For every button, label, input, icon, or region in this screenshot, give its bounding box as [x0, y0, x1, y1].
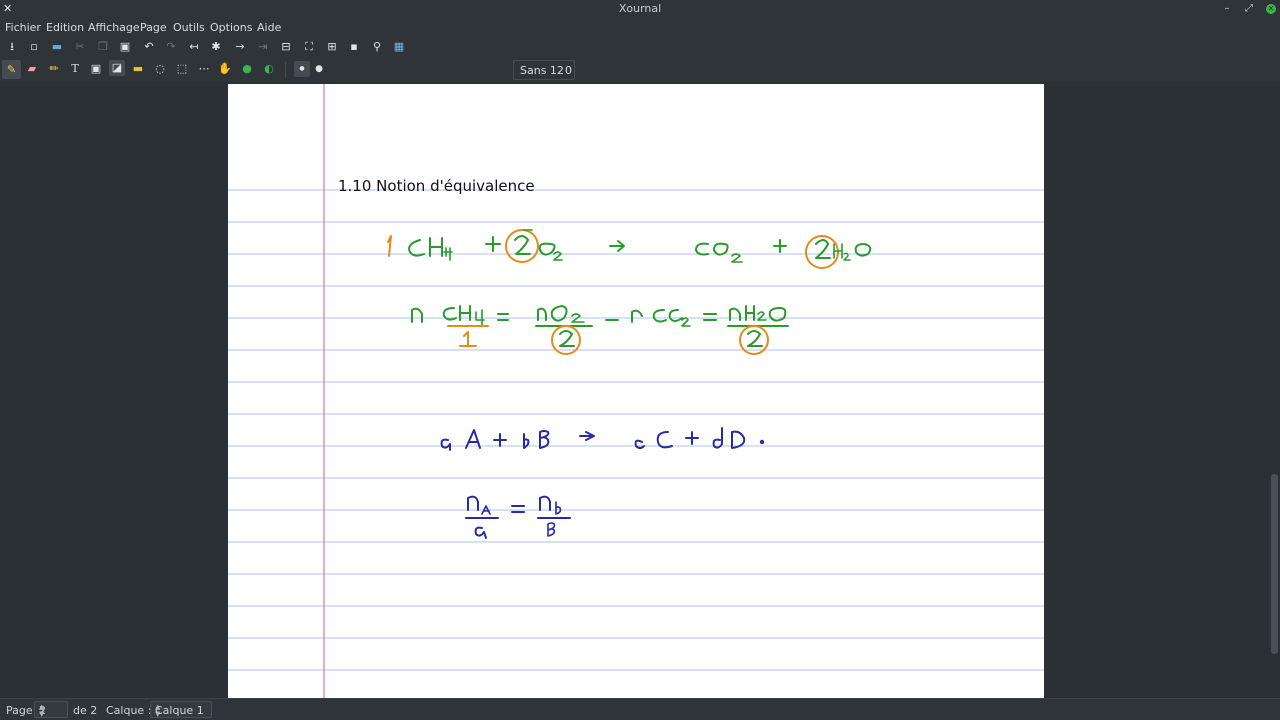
next-page-icon[interactable]: → — [232, 39, 248, 55]
toolbar-separator — [285, 62, 286, 78]
equation-ratios — [411, 305, 789, 355]
last-page-icon[interactable]: ⇥ — [255, 39, 271, 55]
menu-bar: Fichier Edition Affichage Page Outils Op… — [0, 18, 1280, 36]
copy-icon[interactable]: ❐ — [95, 39, 111, 55]
menu-outils[interactable]: Outils — [173, 21, 205, 34]
equation-general — [440, 427, 765, 451]
main-toolbar: ⭳ ▫ ▬ ✂ ❐ ▣ ↶ ↷ ↤ ✱ → ⇥ ⊟ ⛶ ⊞ ▪ ⚲ ▦ — [0, 36, 1280, 58]
paste-icon[interactable]: ▣ — [117, 39, 133, 55]
tools-toolbar: ✎ ▰ ✏ T ▣ ◪ ▬ ◌ ⬚ ⋯ ✋ ● ◐ ● ● Sans 12 0 — [0, 58, 1280, 135]
window-title: Xournal — [618, 2, 662, 15]
zoom-search-icon[interactable]: ⚲ — [369, 39, 385, 55]
shape-recognizer-icon[interactable]: ◪ — [109, 60, 125, 76]
font-value: 0 — [565, 64, 572, 77]
minimize-button[interactable]: – — [1220, 2, 1234, 16]
layer-select[interactable]: Calque 1 ▲ ▼ — [150, 701, 212, 718]
new-page-icon[interactable]: ▫ — [26, 39, 42, 55]
medium-width-icon[interactable]: ● — [311, 61, 327, 77]
title-bar: ✕ Xournal – ⤢ ✕ — [0, 0, 1280, 18]
vertical-space-icon[interactable]: ⋯ — [196, 61, 212, 77]
undo-icon[interactable]: ↶ — [141, 39, 157, 55]
notebook-page[interactable]: 1.10 Notion d'équivalence — [228, 84, 1044, 698]
vertical-scrollbar[interactable] — [1271, 474, 1278, 654]
page-label: Page — [6, 704, 33, 717]
maximize-button[interactable]: ⤢ — [1242, 2, 1256, 16]
open-folder-icon[interactable]: ▬ — [49, 39, 65, 55]
zoom-in-icon[interactable]: ⊞ — [324, 39, 340, 55]
hand-tool-icon[interactable]: ✋ — [217, 61, 233, 77]
handwritten-ink — [387, 229, 872, 539]
menu-page[interactable]: Page — [140, 21, 167, 34]
rect-select-icon[interactable]: ⬚ — [174, 61, 190, 77]
pen-icon[interactable]: ✎ — [2, 60, 21, 79]
menu-fichier[interactable]: Fichier — [5, 21, 41, 34]
fullscreen-icon[interactable]: ▦ — [391, 39, 407, 55]
cut-icon[interactable]: ✂ — [72, 39, 88, 55]
default-pen-icon[interactable]: ◐ — [261, 61, 277, 77]
zoom-100-icon[interactable]: ▪ — [346, 39, 362, 55]
eraser-icon[interactable]: ▰ — [24, 61, 40, 77]
lasso-select-icon[interactable]: ◌ — [152, 61, 168, 77]
equation-combustion — [387, 229, 872, 269]
fit-page-icon[interactable]: ⛶ — [301, 39, 317, 55]
page-number-input[interactable]: 2 ▲ ▼ — [34, 701, 68, 718]
font-label: Sans 12 — [520, 64, 564, 77]
ruler-icon[interactable]: ▬ — [130, 61, 146, 77]
page-total: de 2 — [73, 704, 98, 717]
status-bar: Page 2 ▲ ▼ de 2 Calque : Calque 1 ▲ ▼ — [0, 698, 1280, 720]
layer-label: Calque : — [106, 704, 152, 717]
equation-general-ratio — [465, 495, 571, 539]
menu-options[interactable]: Options — [210, 21, 252, 34]
page-spinner-icon[interactable]: ▲ ▼ — [39, 704, 65, 718]
menu-aide[interactable]: Aide — [257, 21, 281, 34]
delete-page-icon[interactable]: ✱ — [208, 39, 224, 55]
text-tool-icon[interactable]: T — [67, 61, 83, 77]
menu-edition[interactable]: Edition — [46, 21, 84, 34]
previous-page-icon[interactable]: ↤ — [186, 39, 202, 55]
zoom-out-icon[interactable]: ⊟ — [278, 39, 294, 55]
menu-affichage[interactable]: Affichage — [88, 21, 140, 34]
default-tool-icon[interactable]: ● — [239, 61, 255, 77]
close-button[interactable]: ✕ — [1266, 4, 1276, 14]
canvas-area[interactable]: 1.10 Notion d'équivalence — [0, 82, 1280, 698]
image-tool-icon[interactable]: ▣ — [88, 61, 104, 77]
highlighter-icon[interactable]: ✏ — [46, 61, 62, 77]
save-icon[interactable]: ⭳ — [4, 39, 20, 55]
font-button[interactable]: Sans 12 0 — [513, 60, 575, 80]
redo-icon[interactable]: ↷ — [163, 39, 179, 55]
layer-spinner-icon[interactable]: ▲ ▼ — [155, 704, 209, 718]
thin-width-icon[interactable]: ● — [294, 61, 310, 77]
